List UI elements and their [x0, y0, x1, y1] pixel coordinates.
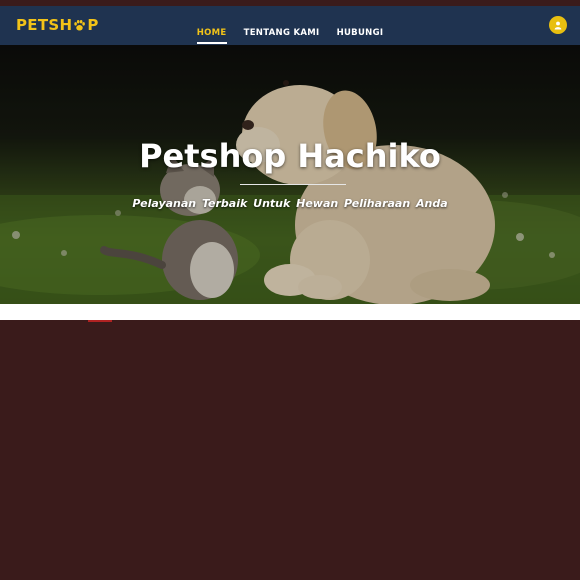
user-icon [554, 21, 562, 29]
hero-divider [240, 184, 346, 185]
nav-home[interactable]: HOME [196, 28, 227, 44]
hero-title: Petshop Hachiko [139, 137, 441, 175]
nav-hubungi[interactable]: HUBUNGI [337, 28, 384, 42]
hero-banner: Petshop Hachiko Pelayanan Terbaik Untuk … [0, 45, 580, 304]
user-account-button[interactable] [549, 16, 567, 34]
hero-subtitle: Pelayanan Terbaik Untuk Hewan Peliharaan… [132, 197, 448, 210]
nav-tentang-kami[interactable]: TENTANG KAMI [244, 28, 320, 42]
main-nav: HOME TENTANG KAMI HUBUNGI [0, 20, 580, 44]
section-divider-band [0, 304, 580, 320]
navbar: PETSH P HOME TENTANG KAMI HUBUNGI [0, 6, 580, 45]
main-content-area [0, 322, 580, 580]
